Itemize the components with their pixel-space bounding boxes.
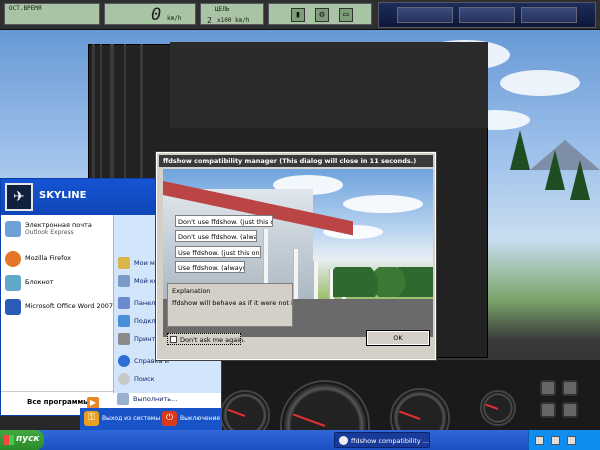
search-icon	[118, 373, 130, 385]
menu-item-word[interactable]: Microsoft Office Word 2007	[5, 297, 114, 317]
taskbar: пуск ffdshow compatibility ...	[0, 430, 600, 450]
language-icon[interactable]	[535, 436, 544, 445]
explanation-title: Explanation	[172, 287, 211, 295]
option-label: Use ffdshow. (just this once)	[178, 249, 261, 257]
explanation-group: Explanation ffdshow will behave as if it…	[167, 283, 293, 327]
trees	[333, 267, 433, 297]
vent	[562, 402, 578, 418]
key-icon: ⚿	[84, 411, 99, 426]
menu-item-sub: Outlook Express	[25, 229, 74, 236]
logoff-bar: ⚿ Выход из системы ⏻ Выключение	[80, 408, 222, 430]
checkbox-box[interactable]	[170, 336, 177, 343]
option-label: Use ffdshow. (always)	[178, 264, 245, 272]
aux-gauge	[480, 390, 516, 426]
menu-item-label: Мой ко	[134, 277, 158, 285]
render-artifact-top	[170, 42, 488, 128]
printer-icon	[118, 333, 130, 345]
my-computer-icon	[118, 275, 130, 287]
menu-item-label: Поиск	[134, 375, 155, 383]
music-folder-icon	[118, 257, 130, 269]
hud-slot	[397, 7, 453, 23]
menu-item-label: Мои му	[134, 259, 159, 267]
logoff-label: Выход из системы	[102, 415, 161, 422]
taskbar-item-label: ffdshow compatibility ...	[351, 437, 430, 445]
option-use-always[interactable]: Use ffdshow. (always)	[175, 261, 245, 273]
shutdown-label: Выключение	[180, 415, 221, 422]
dialog-titlebar[interactable]: ffdshow compatibility manager (This dial…	[159, 155, 433, 167]
word-icon	[5, 299, 21, 315]
option-label: Don't use ffdshow. (always)	[178, 233, 256, 241]
distance-unit: x100 km/h	[217, 17, 250, 24]
ok-button[interactable]: OK	[366, 330, 430, 346]
explanation-text: ffdshow will behave as if it were not in…	[172, 299, 292, 307]
ffdshow-dialog: ffdshow compatibility manager (This dial…	[155, 151, 437, 361]
option-use-once[interactable]: Use ffdshow. (just this once)	[175, 246, 261, 258]
control-panel-icon	[118, 297, 130, 309]
taskbar-item-ffdshow[interactable]: ffdshow compatibility ...	[334, 432, 430, 448]
hud-panel-right	[378, 2, 596, 28]
dialog-title: ffdshow compatibility manager (This dial…	[163, 157, 417, 165]
dont-ask-label: Don't ask me again.	[180, 336, 246, 344]
speed-value: 0	[151, 5, 162, 25]
cloud	[500, 70, 580, 96]
vent	[562, 380, 578, 396]
volume-icon[interactable]	[567, 436, 576, 445]
run-icon	[117, 393, 129, 405]
network-tray-icon[interactable]	[551, 436, 560, 445]
vent	[540, 402, 556, 418]
speed-unit: km/h	[167, 15, 182, 22]
menu-item-label: Mozilla Firefox	[25, 254, 71, 262]
windows-logo-icon	[4, 435, 14, 445]
menu-item-label: Электронная почта	[25, 221, 92, 229]
menu-item-run[interactable]: Выполнить...	[115, 391, 219, 409]
engine-icon: ⚙	[315, 8, 329, 22]
distance-value: 2	[207, 16, 212, 25]
option-label: Don't use ffdshow. (just this once)	[178, 218, 272, 226]
menu-item-search[interactable]: Поиск	[116, 371, 220, 389]
system-tray	[528, 430, 600, 450]
avatar[interactable]: ✈	[5, 183, 33, 211]
logoff-button[interactable]: ⚿ Выход из системы	[84, 411, 160, 427]
firefox-icon	[5, 251, 21, 267]
email-icon	[5, 221, 21, 237]
vent	[540, 380, 556, 396]
user-name: SKYLINE	[39, 190, 87, 201]
menu-item-firefox[interactable]: Mozilla Firefox	[5, 249, 111, 269]
gear-label: ЦЕЛЬ	[215, 6, 230, 13]
power-icon: ⏻	[162, 411, 177, 426]
all-programs-label: Все программы	[27, 398, 90, 406]
menu-item-notepad[interactable]: Блокнот	[5, 273, 111, 293]
start-label: пуск	[16, 434, 40, 444]
ffdshow-icon	[339, 436, 348, 445]
network-icon	[118, 315, 130, 327]
help-icon	[118, 355, 130, 367]
hud-slot	[521, 7, 577, 23]
tree	[510, 130, 530, 170]
tree	[545, 150, 565, 190]
shutdown-button[interactable]: ⏻ Выключение	[162, 411, 220, 427]
time-lcd: ОСТ.ВРЕМЯ	[4, 3, 100, 25]
status-lcd: ▮ ⚙ ▭	[268, 3, 372, 25]
menu-item-email[interactable]: Электронная почта Outlook Express	[5, 219, 111, 239]
battery-icon: ▭	[339, 8, 353, 22]
fuel-icon: ▮	[291, 8, 305, 22]
game-hud: ОСТ.ВРЕМЯ 0 km/h ЦЕЛЬ 2 x100 km/h ▮ ⚙ ▭	[0, 0, 600, 30]
menu-item-label: Блокнот	[25, 278, 54, 286]
option-dont-use-once[interactable]: Don't use ffdshow. (just this once)	[175, 215, 273, 227]
cloud	[343, 195, 423, 213]
notepad-icon	[5, 275, 21, 291]
distance-lcd: ЦЕЛЬ 2 x100 km/h	[200, 3, 264, 25]
menu-item-label: Выполнить...	[133, 395, 178, 403]
dont-ask-checkbox[interactable]: Don't ask me again.	[167, 333, 245, 345]
option-dont-use-always[interactable]: Don't use ffdshow. (always)	[175, 230, 257, 242]
start-button[interactable]: пуск	[0, 430, 44, 450]
time-label: ОСТ.ВРЕМЯ	[9, 5, 42, 12]
start-menu-pinned: Электронная почта Outlook Express Mozill…	[1, 215, 113, 393]
hud-slot	[459, 7, 515, 23]
tree	[570, 160, 590, 200]
speed-lcd: 0 km/h	[104, 3, 196, 25]
menu-item-label: Microsoft Office Word 2007	[25, 302, 114, 310]
